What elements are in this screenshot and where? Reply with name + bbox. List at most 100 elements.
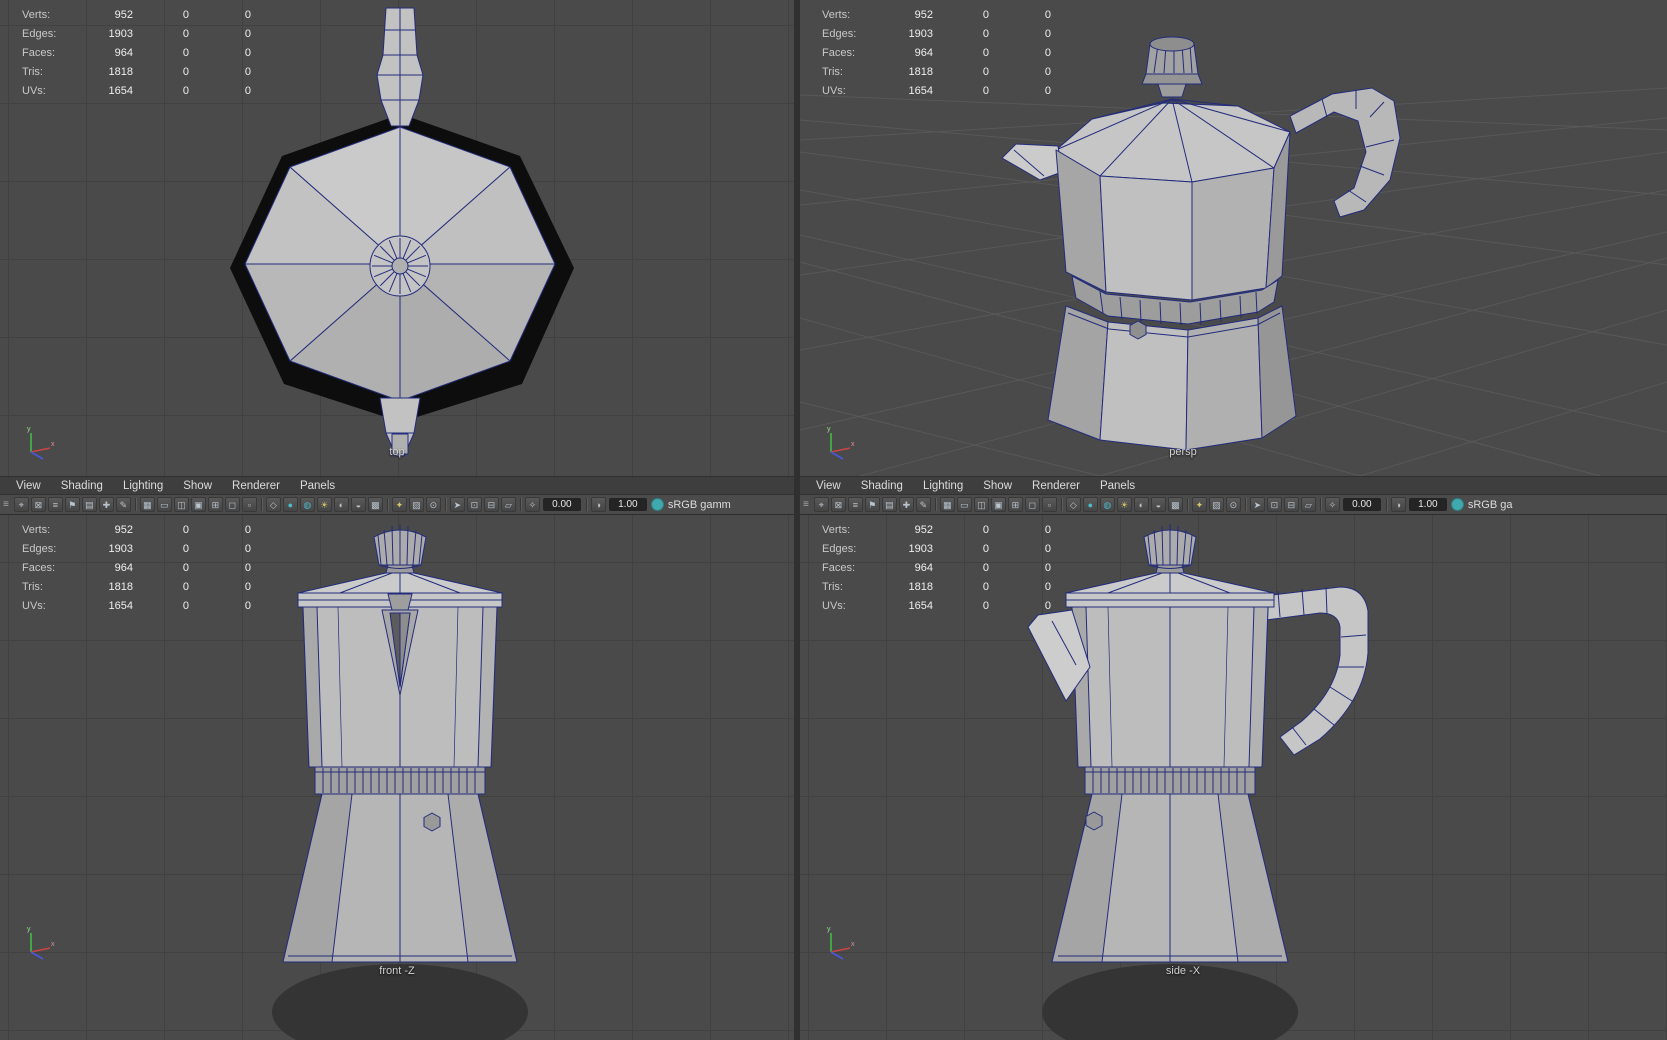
- hud-stats: Verts: 952 0 0 Edges: 1903 0 0 Faces: 964 0 0 Tris: 1…: [22, 5, 251, 100]
- safe-action-icon[interactable]: ◻: [224, 497, 240, 512]
- hud-row: Faces: 964 0 0: [22, 558, 251, 577]
- shadows-toggle-icon[interactable]: ◐: [333, 497, 349, 512]
- grid-toggle-icon[interactable]: ▦: [139, 497, 155, 512]
- grid-toggle-icon[interactable]: ▦: [939, 497, 955, 512]
- exposure-icon[interactable]: ✧: [1324, 497, 1340, 512]
- gamma-icon[interactable]: ◑: [1390, 497, 1406, 512]
- pan-zoom-icon[interactable]: ✚: [98, 497, 114, 512]
- textured-mode-icon[interactable]: ◍: [1099, 497, 1115, 512]
- exposure-icon[interactable]: ✧: [524, 497, 540, 512]
- smooth-shade-icon[interactable]: ●: [1082, 497, 1098, 512]
- menu-shading[interactable]: Shading: [51, 480, 113, 492]
- hud-stat-value: 0: [182, 46, 189, 59]
- default-lighting-icon[interactable]: ✦: [1191, 497, 1207, 512]
- wireframe-mode-icon[interactable]: ◇: [1065, 497, 1081, 512]
- viewport-front[interactable]: Verts: 952 0 0 Edges: 1903 0 0 Faces: 964 0 0 Tris: 1…: [0, 515, 794, 1040]
- bookmark-icon[interactable]: ⚑: [864, 497, 880, 512]
- menu-view[interactable]: View: [806, 480, 851, 492]
- hud-row: Verts: 952 0 0: [22, 5, 251, 24]
- shadows-toggle-icon[interactable]: ◐: [1133, 497, 1149, 512]
- grease-pencil-icon[interactable]: ✎: [915, 497, 931, 512]
- menu-renderer[interactable]: Renderer: [1022, 480, 1090, 492]
- lock-camera-icon[interactable]: ⊠: [830, 497, 846, 512]
- select-camera-icon[interactable]: ⌖: [13, 497, 29, 512]
- copy-layout-icon[interactable]: ⊡: [1266, 497, 1282, 512]
- viewport-snapshot-icon[interactable]: ▱: [1300, 497, 1316, 512]
- textured-mode-icon[interactable]: ◍: [299, 497, 315, 512]
- select-tool-icon[interactable]: ➤: [1249, 497, 1265, 512]
- safe-action-icon[interactable]: ◻: [1024, 497, 1040, 512]
- ambient-occlusion-icon[interactable]: ◒: [350, 497, 366, 512]
- lock-camera-icon[interactable]: ⊠: [30, 497, 46, 512]
- backface-culling-icon[interactable]: ⊙: [1225, 497, 1241, 512]
- anti-aliasing-icon[interactable]: ▩: [367, 497, 383, 512]
- gamma-field[interactable]: 1.00: [1408, 498, 1447, 511]
- ambient-occlusion-icon[interactable]: ◒: [1150, 497, 1166, 512]
- hud-stat-value: 0: [244, 580, 251, 593]
- viewport-panel-side: View Shading Lighting Show Renderer Panels ≡ ⌖…: [800, 477, 1667, 1040]
- hud-stat-value: 1903: [908, 542, 933, 555]
- gamma-field[interactable]: 1.00: [608, 498, 647, 511]
- gate-mask-icon[interactable]: ▣: [190, 497, 206, 512]
- xray-mode-icon[interactable]: ▨: [1208, 497, 1224, 512]
- toolbar-grip-icon[interactable]: ≡: [3, 499, 9, 510]
- colorspace-selector[interactable]: sRGB gamm: [668, 499, 731, 511]
- toolbar-grip-icon[interactable]: ≡: [803, 499, 809, 510]
- exposure-field[interactable]: 0.00: [542, 498, 581, 511]
- viewport-toolbar: ≡ ⌖ ⊠ ≡ ⚑ ▤ ✚ ✎ ▦ ▭ ◫ ▣ ⊞ ◻ ▫ ◇ ● ◍ ☀ ◐ ◒ ▩ ✦ ▨ ⊙ ➤ ⊡ ⊟ ▱ ✧ 0.00 ◑ 1.00 s…: [0, 495, 794, 515]
- default-lighting-icon[interactable]: ✦: [391, 497, 407, 512]
- paste-layout-icon[interactable]: ⊟: [1283, 497, 1299, 512]
- resolution-gate-icon[interactable]: ◫: [173, 497, 189, 512]
- viewport-top[interactable]: Verts: 952 0 0 Edges: 1903 0 0 Faces: 964 0 0 Tris: 1…: [0, 0, 794, 476]
- select-tool-icon[interactable]: ➤: [449, 497, 465, 512]
- menu-lighting[interactable]: Lighting: [913, 480, 973, 492]
- hud-stat-value: 0: [244, 561, 251, 574]
- camera-attributes-icon[interactable]: ≡: [47, 497, 63, 512]
- xray-mode-icon[interactable]: ▨: [408, 497, 424, 512]
- field-chart-icon[interactable]: ⊞: [207, 497, 223, 512]
- resolution-gate-icon[interactable]: ◫: [973, 497, 989, 512]
- anti-aliasing-icon[interactable]: ▩: [1167, 497, 1183, 512]
- grease-pencil-icon[interactable]: ✎: [115, 497, 131, 512]
- safe-title-icon[interactable]: ▫: [241, 497, 257, 512]
- pan-zoom-icon[interactable]: ✚: [898, 497, 914, 512]
- use-all-lights-icon[interactable]: ☀: [316, 497, 332, 512]
- bookmark-icon[interactable]: ⚑: [64, 497, 80, 512]
- color-management-icon[interactable]: [650, 498, 664, 511]
- toolbar-separator: [1060, 498, 1062, 511]
- safe-title-icon[interactable]: ▫: [1041, 497, 1057, 512]
- viewport-side[interactable]: Verts: 952 0 0 Edges: 1903 0 0 Faces: 964 0 0 Tris: 1…: [800, 515, 1667, 1040]
- hud-stat-label: Faces:: [22, 46, 56, 59]
- menu-show[interactable]: Show: [173, 480, 222, 492]
- wireframe-mode-icon[interactable]: ◇: [265, 497, 281, 512]
- gamma-icon[interactable]: ◑: [590, 497, 606, 512]
- field-chart-icon[interactable]: ⊞: [1007, 497, 1023, 512]
- use-all-lights-icon[interactable]: ☀: [1116, 497, 1132, 512]
- hud-stat-label: Edges:: [22, 542, 57, 555]
- hud-stat-value: 0: [982, 542, 989, 555]
- paste-layout-icon[interactable]: ⊟: [483, 497, 499, 512]
- viewport-persp[interactable]: Verts: 952 0 0 Edges: 1903 0 0 Faces: 964 0 0 Tris: 1…: [800, 0, 1667, 476]
- smooth-shade-icon[interactable]: ●: [282, 497, 298, 512]
- menu-renderer[interactable]: Renderer: [222, 480, 290, 492]
- copy-layout-icon[interactable]: ⊡: [466, 497, 482, 512]
- image-plane-icon[interactable]: ▤: [881, 497, 897, 512]
- color-management-icon[interactable]: [1450, 498, 1464, 511]
- film-gate-icon[interactable]: ▭: [956, 497, 972, 512]
- image-plane-icon[interactable]: ▤: [81, 497, 97, 512]
- camera-attributes-icon[interactable]: ≡: [847, 497, 863, 512]
- menu-panels[interactable]: Panels: [1090, 480, 1145, 492]
- backface-culling-icon[interactable]: ⊙: [425, 497, 441, 512]
- hud-stat-value: 0: [1044, 27, 1051, 40]
- menu-panels[interactable]: Panels: [290, 480, 345, 492]
- viewport-snapshot-icon[interactable]: ▱: [500, 497, 516, 512]
- film-gate-icon[interactable]: ▭: [156, 497, 172, 512]
- exposure-field[interactable]: 0.00: [1342, 498, 1381, 511]
- menu-show[interactable]: Show: [973, 480, 1022, 492]
- menu-view[interactable]: View: [6, 480, 51, 492]
- select-camera-icon[interactable]: ⌖: [813, 497, 829, 512]
- colorspace-selector[interactable]: sRGB ga: [1468, 499, 1513, 511]
- menu-shading[interactable]: Shading: [851, 480, 913, 492]
- menu-lighting[interactable]: Lighting: [113, 480, 173, 492]
- gate-mask-icon[interactable]: ▣: [990, 497, 1006, 512]
